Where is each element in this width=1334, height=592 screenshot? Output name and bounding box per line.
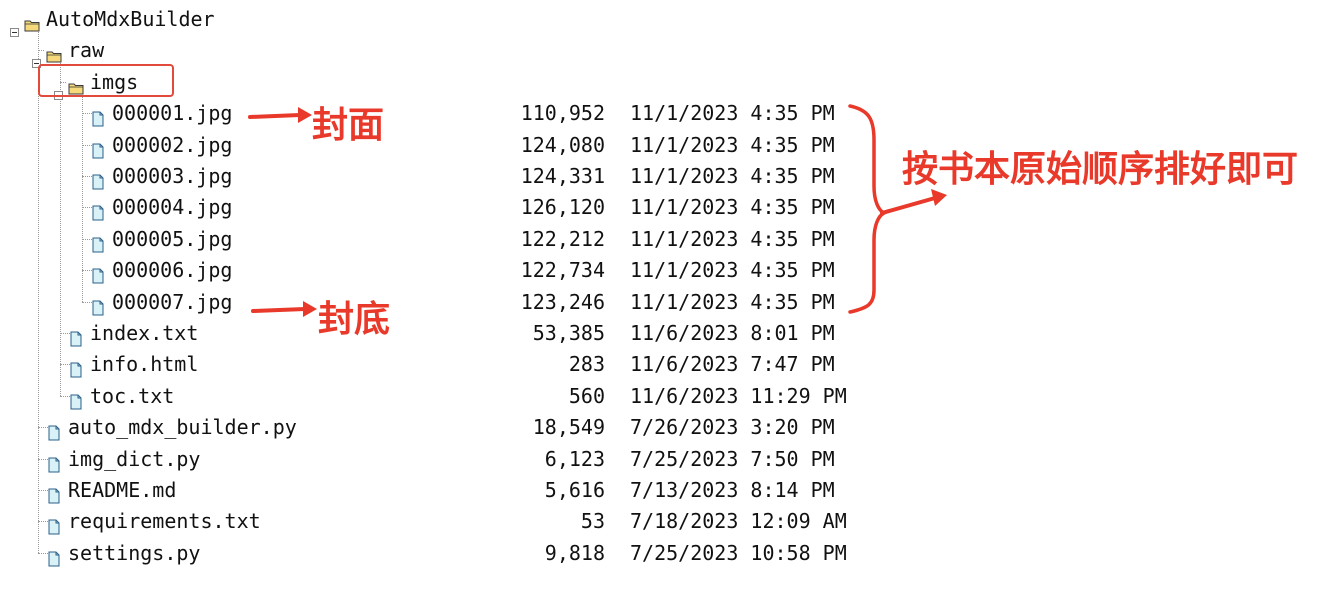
cover-arrow [248, 107, 312, 123]
back-cover-label: 封底 [318, 299, 391, 340]
order-note: 按书本原始顺序排好即可 [902, 149, 1299, 190]
range-brace [848, 104, 888, 314]
annotation-overlay [248, 104, 947, 317]
cover-label: 封面 [312, 105, 385, 146]
order-arrow [880, 189, 947, 215]
back-cover-arrow [251, 301, 317, 317]
